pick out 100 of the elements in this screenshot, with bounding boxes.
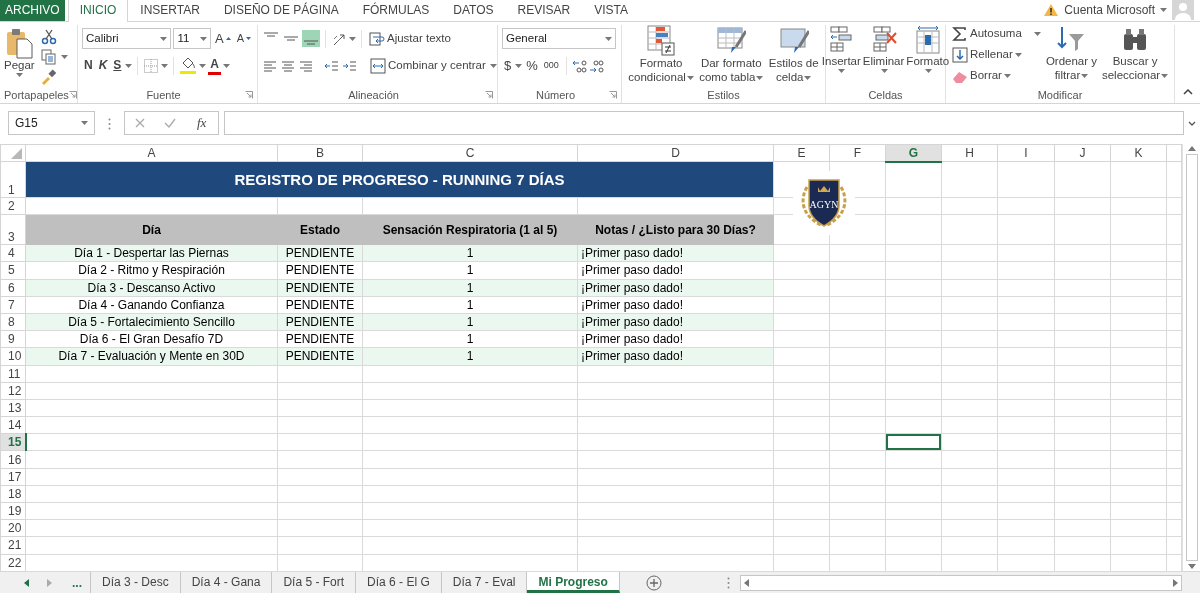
new-sheet-icon[interactable] bbox=[645, 574, 662, 591]
font-size-field[interactable]: 11 bbox=[173, 28, 211, 49]
caret-icon[interactable] bbox=[125, 63, 133, 68]
ribbon-tab[interactable]: VISTA bbox=[582, 0, 641, 21]
format-cells-button[interactable]: Formato bbox=[906, 25, 950, 87]
next-sheet-icon[interactable] bbox=[47, 578, 52, 587]
ribbon-tab[interactable]: FÓRMULAS bbox=[350, 0, 442, 21]
row-header[interactable]: 9 bbox=[0, 330, 26, 348]
row-header[interactable]: 12 bbox=[0, 382, 26, 400]
sheet-tab[interactable]: Mi Progreso bbox=[527, 572, 620, 593]
scroll-right-icon[interactable] bbox=[1173, 578, 1178, 587]
expand-icon[interactable] bbox=[1188, 121, 1196, 127]
row-header[interactable]: 16 bbox=[0, 450, 26, 469]
clear-button[interactable]: Borrar bbox=[950, 67, 1043, 85]
cancel-icon[interactable] bbox=[134, 118, 145, 128]
column-header[interactable]: J bbox=[1054, 144, 1111, 162]
dialog-launcher-icon[interactable] bbox=[68, 91, 77, 99]
column-header[interactable]: D bbox=[577, 144, 774, 162]
shrink-font-button[interactable]: A bbox=[234, 27, 253, 50]
dialog-launcher-icon[interactable] bbox=[485, 91, 493, 99]
scroll-down-icon[interactable] bbox=[1187, 564, 1196, 569]
autosum-button[interactable]: Autosuma bbox=[950, 25, 1043, 43]
ribbon-tab[interactable]: DISEÑO DE PÁGINA bbox=[211, 0, 351, 21]
row-header[interactable]: 2 bbox=[0, 197, 26, 215]
row-header[interactable]: 14 bbox=[0, 416, 26, 434]
merge-center-button[interactable]: Combinar y centrar bbox=[368, 54, 488, 77]
column-header[interactable]: C bbox=[362, 144, 578, 162]
previous-sheet-icon[interactable] bbox=[24, 578, 29, 587]
row-header[interactable]: 8 bbox=[0, 313, 26, 331]
column-header[interactable]: K bbox=[1110, 144, 1167, 162]
caret-icon[interactable] bbox=[1160, 8, 1167, 12]
caret-icon[interactable] bbox=[161, 63, 169, 68]
row-header[interactable]: 3 bbox=[0, 214, 26, 245]
column-header[interactable]: G bbox=[885, 144, 942, 162]
font-color-button[interactable]: A bbox=[208, 56, 222, 75]
formula-field[interactable] bbox=[224, 111, 1184, 135]
file-tab[interactable]: ARCHIVO bbox=[0, 0, 65, 21]
caret-icon[interactable] bbox=[60, 55, 68, 59]
column-header[interactable]: H bbox=[941, 144, 998, 162]
caret-icon[interactable] bbox=[349, 36, 356, 41]
row-header[interactable]: 13 bbox=[0, 399, 26, 417]
row-header[interactable]: 10 bbox=[0, 347, 26, 365]
row-header[interactable]: 4 bbox=[0, 244, 26, 262]
caret-icon[interactable] bbox=[515, 63, 523, 68]
sheet-tab[interactable]: Día 6 - El G bbox=[356, 572, 442, 593]
more-sheets-button[interactable]: ... bbox=[64, 572, 91, 593]
collapse-ribbon-icon[interactable] bbox=[1183, 89, 1193, 95]
scroll-left-icon[interactable] bbox=[744, 578, 749, 587]
caret-icon[interactable] bbox=[489, 63, 497, 68]
caret-icon[interactable] bbox=[223, 63, 231, 68]
row-header[interactable]: 22 bbox=[0, 554, 26, 572]
grow-font-button[interactable]: A bbox=[213, 27, 233, 50]
insert-cells-button[interactable]: Insertar bbox=[821, 25, 861, 87]
ribbon-tab[interactable]: INICIO bbox=[67, 0, 129, 22]
paste-button[interactable]: Pegar bbox=[4, 25, 35, 87]
row-header[interactable]: 21 bbox=[0, 536, 26, 555]
row-header[interactable]: 5 bbox=[0, 261, 26, 280]
number-format-field[interactable]: General bbox=[502, 28, 616, 49]
sheet-tab[interactable]: Día 4 - Gana bbox=[180, 572, 273, 593]
wrap-text-button[interactable]: Ajustar texto bbox=[367, 27, 453, 50]
scrollbar-thumb[interactable] bbox=[1185, 154, 1198, 561]
fill-button[interactable]: Rellenar bbox=[950, 46, 1043, 64]
row-header[interactable]: 20 bbox=[0, 519, 26, 537]
ribbon-tab[interactable]: INSERTAR bbox=[128, 0, 212, 21]
enter-icon[interactable] bbox=[163, 118, 176, 128]
bold-button[interactable]: N bbox=[82, 54, 95, 77]
row-header[interactable]: 7 bbox=[0, 296, 26, 314]
insert-function-button[interactable]: fx bbox=[195, 115, 209, 131]
row-header[interactable]: 6 bbox=[0, 279, 26, 297]
format-table-button[interactable]: Dar formato como tabla bbox=[698, 25, 765, 87]
underline-button[interactable]: S bbox=[111, 54, 124, 77]
column-header[interactable]: E bbox=[773, 144, 830, 162]
percent-button[interactable]: % bbox=[524, 54, 540, 77]
ribbon-tab[interactable]: DATOS bbox=[441, 0, 506, 21]
cut-icon[interactable] bbox=[40, 29, 57, 45]
column-header[interactable]: B bbox=[277, 144, 363, 162]
copy-icon[interactable] bbox=[40, 49, 57, 65]
account-link[interactable]: Cuenta Microsoft bbox=[1064, 1, 1155, 19]
sort-filter-button[interactable]: Ordenar y filtrar bbox=[1044, 25, 1099, 87]
italic-button[interactable]: K bbox=[96, 54, 110, 77]
font-name-field[interactable]: Calibri bbox=[82, 28, 172, 49]
currency-button[interactable]: $ bbox=[502, 54, 514, 77]
name-box[interactable]: G15 bbox=[8, 111, 95, 135]
decrease-decimal-icon[interactable] bbox=[588, 58, 604, 73]
dialog-launcher-icon[interactable] bbox=[609, 91, 617, 99]
column-header[interactable]: I bbox=[997, 144, 1055, 162]
selected-cell[interactable] bbox=[885, 433, 942, 451]
format-painter-icon[interactable] bbox=[40, 69, 57, 85]
row-header[interactable]: 19 bbox=[0, 502, 26, 520]
sheet-tab[interactable]: Día 3 - Desc bbox=[91, 572, 181, 593]
row-header[interactable]: 1 bbox=[0, 161, 26, 198]
find-select-button[interactable]: Buscar y seleccionar bbox=[1100, 25, 1170, 87]
increase-decimal-icon[interactable] bbox=[571, 58, 587, 73]
dialog-launcher-icon[interactable] bbox=[245, 91, 253, 99]
fill-color-icon[interactable] bbox=[179, 56, 198, 75]
column-header[interactable]: F bbox=[829, 144, 886, 162]
column-header[interactable]: A bbox=[25, 144, 278, 162]
row-header[interactable]: 18 bbox=[0, 485, 26, 503]
align-bottom-icon[interactable] bbox=[302, 30, 320, 47]
conditional-format-button[interactable]: Formato condicional bbox=[626, 25, 697, 87]
